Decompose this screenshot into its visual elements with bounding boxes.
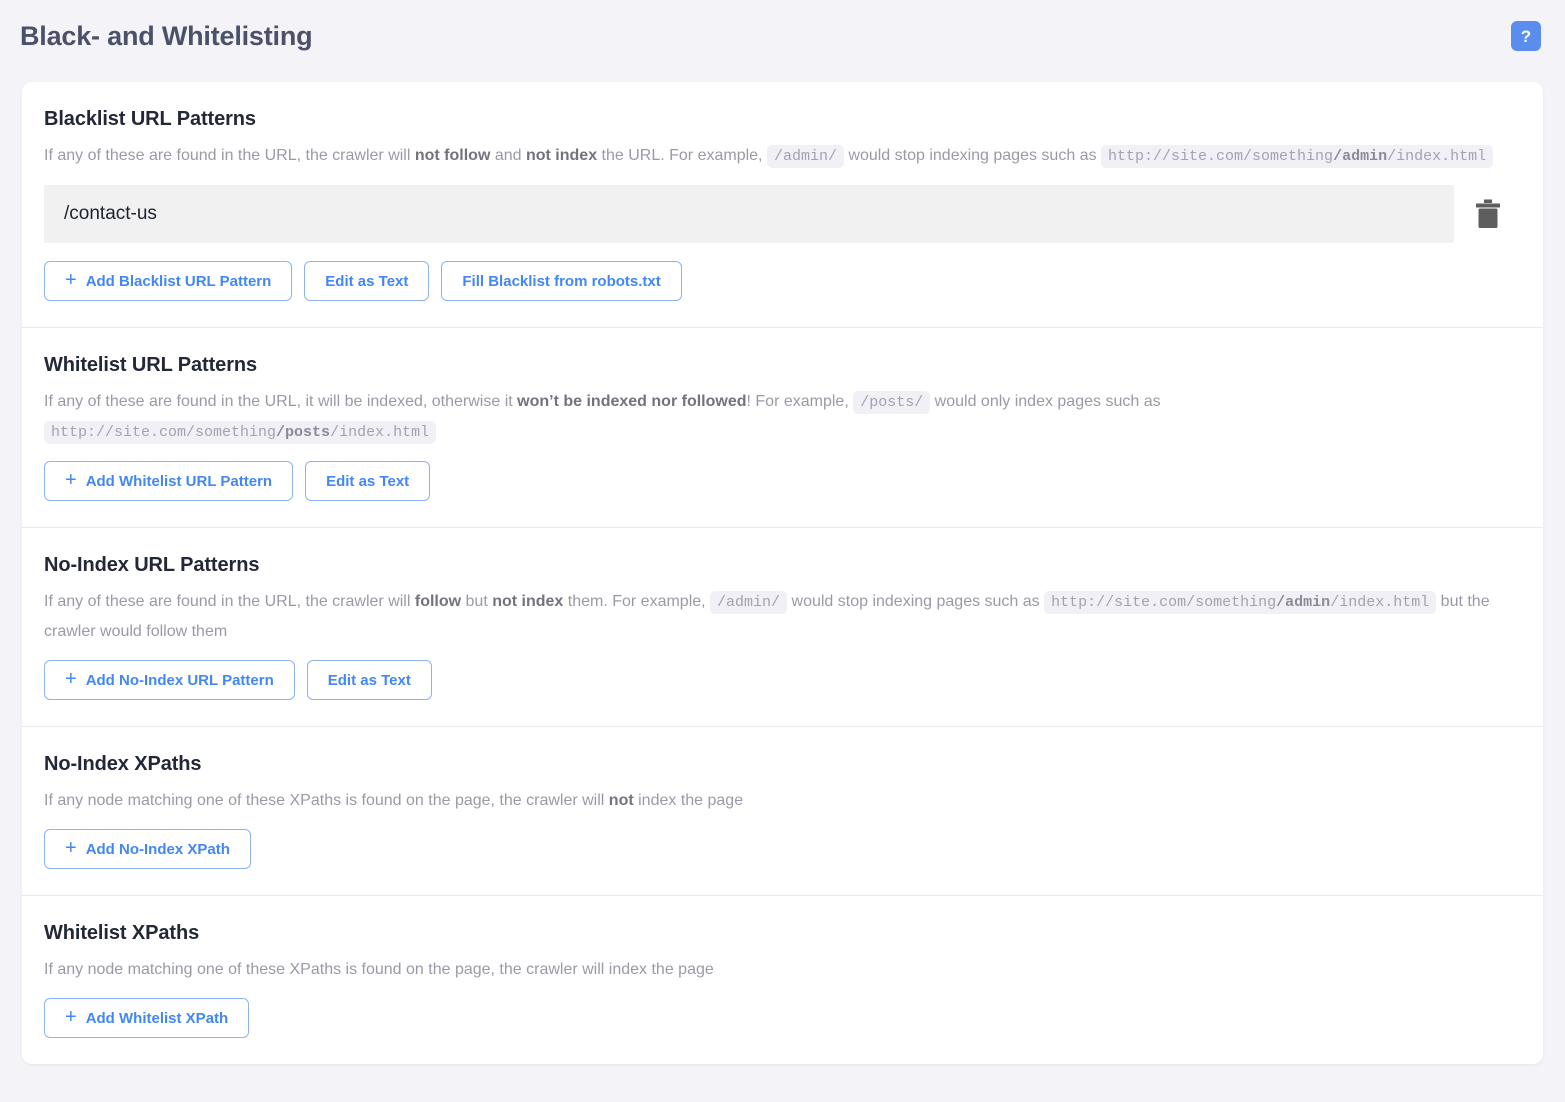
action-button[interactable]: Edit as Text <box>305 461 430 501</box>
section-description: If any node matching one of these XPaths… <box>44 955 1504 984</box>
plus-icon: + <box>65 1007 77 1027</box>
section-button-row: + Add Whitelist URL Pattern Edit as Text <box>44 461 1521 501</box>
desc-text-2: and <box>490 147 526 164</box>
section-button-row: + Add Whitelist XPath <box>44 998 1521 1038</box>
desc-code-example: /admin/ <box>767 145 844 168</box>
desc-strong-2: not index <box>526 147 597 164</box>
help-icon[interactable]: ? <box>1511 21 1541 51</box>
button-label: Fill Blacklist from robots.txt <box>462 273 660 290</box>
desc-strong-1: won’t be indexed nor followed <box>517 393 746 410</box>
add-button[interactable]: + Add No-Index URL Pattern <box>44 660 295 700</box>
add-button[interactable]: + Add Whitelist URL Pattern <box>44 461 293 501</box>
section-no-index-xpaths: No-Index XPaths If any node matching one … <box>22 726 1543 895</box>
section-title: Whitelist URL Patterns <box>44 354 1521 377</box>
desc-code-url: http://site.com/something/posts/index.ht… <box>44 421 436 444</box>
section-whitelist-url-patterns: Whitelist URL Patterns If any of these ar… <box>22 327 1543 527</box>
desc-text-1: If any of these are found in the URL, it… <box>44 393 517 410</box>
pattern-row <box>44 185 1521 243</box>
section-description: If any of these are found in the URL, it… <box>44 387 1504 447</box>
section-title: Whitelist XPaths <box>44 922 1521 945</box>
desc-code-example: /admin/ <box>710 591 787 614</box>
desc-text-3: them. For example, <box>563 593 710 610</box>
button-label: Add No-Index URL Pattern <box>86 672 274 689</box>
desc-code-url: http://site.com/something/admin/index.ht… <box>1101 145 1493 168</box>
section-blacklist-url-patterns: Blacklist URL Patterns If any of these ar… <box>22 82 1543 327</box>
section-title: Blacklist URL Patterns <box>44 108 1521 131</box>
button-label: Edit as Text <box>326 473 409 490</box>
desc-text-4: would only index pages such as <box>930 393 1160 410</box>
button-label: Add Whitelist URL Pattern <box>86 473 272 490</box>
section-whitelist-xpaths: Whitelist XPaths If any node matching one… <box>22 895 1543 1064</box>
plus-icon: + <box>65 470 77 490</box>
desc-text-2: ! For example, <box>747 393 854 410</box>
button-label: Edit as Text <box>328 672 411 689</box>
desc-strong-2: not index <box>492 593 563 610</box>
button-label: Add Blacklist URL Pattern <box>86 273 272 290</box>
plus-icon: + <box>65 270 77 290</box>
action-button[interactable]: Edit as Text <box>307 660 432 700</box>
desc-text-1: If any of these are found in the URL, th… <box>44 147 415 164</box>
add-button[interactable]: + Add No-Index XPath <box>44 829 251 869</box>
section-button-row: + Add Blacklist URL Pattern Edit as Text Fi… <box>44 261 1521 301</box>
desc-text-1: If any of these are found in the URL, th… <box>44 593 415 610</box>
desc-text-1: If any node matching one of these XPaths… <box>44 792 609 809</box>
desc-strong-1: not follow <box>415 147 491 164</box>
section-title: No-Index XPaths <box>44 753 1521 776</box>
desc-text-4: would stop indexing pages such as <box>844 147 1101 164</box>
section-button-row: + Add No-Index XPath <box>44 829 1521 869</box>
pattern-input[interactable] <box>44 185 1454 243</box>
button-label: Edit as Text <box>325 273 408 290</box>
desc-text-2: index the page <box>634 792 743 809</box>
desc-strong-1: follow <box>415 593 461 610</box>
section-no-index-url-patterns: No-Index URL Patterns If any of these are… <box>22 527 1543 726</box>
plus-icon: + <box>65 838 77 858</box>
action-button[interactable]: Edit as Text <box>304 261 429 301</box>
section-button-row: + Add No-Index URL Pattern Edit as Text <box>44 660 1521 700</box>
desc-strong-1: not <box>609 792 634 809</box>
section-description: If any of these are found in the URL, th… <box>44 587 1504 646</box>
section-description: If any node matching one of these XPaths… <box>44 786 1504 815</box>
section-title: No-Index URL Patterns <box>44 554 1521 577</box>
desc-code-url: http://site.com/something/admin/index.ht… <box>1044 591 1436 614</box>
desc-code-example: /posts/ <box>853 391 930 414</box>
section-description: If any of these are found in the URL, th… <box>44 141 1504 171</box>
add-button[interactable]: + Add Blacklist URL Pattern <box>44 261 292 301</box>
page-header: Black- and Whitelisting ? <box>0 0 1565 72</box>
action-button[interactable]: Fill Blacklist from robots.txt <box>441 261 681 301</box>
desc-text-1: If any node matching one of these XPaths… <box>44 961 714 978</box>
delete-pattern-button[interactable] <box>1454 185 1521 243</box>
plus-icon: + <box>65 669 77 689</box>
page-title: Black- and Whitelisting <box>20 21 312 52</box>
add-button[interactable]: + Add Whitelist XPath <box>44 998 249 1038</box>
button-label: Add Whitelist XPath <box>86 1010 229 1027</box>
desc-text-2: but <box>461 593 492 610</box>
desc-text-4: would stop indexing pages such as <box>787 593 1044 610</box>
settings-card: Blacklist URL Patterns If any of these ar… <box>22 82 1543 1064</box>
button-label: Add No-Index XPath <box>86 841 230 858</box>
desc-text-3: the URL. For example, <box>597 147 767 164</box>
